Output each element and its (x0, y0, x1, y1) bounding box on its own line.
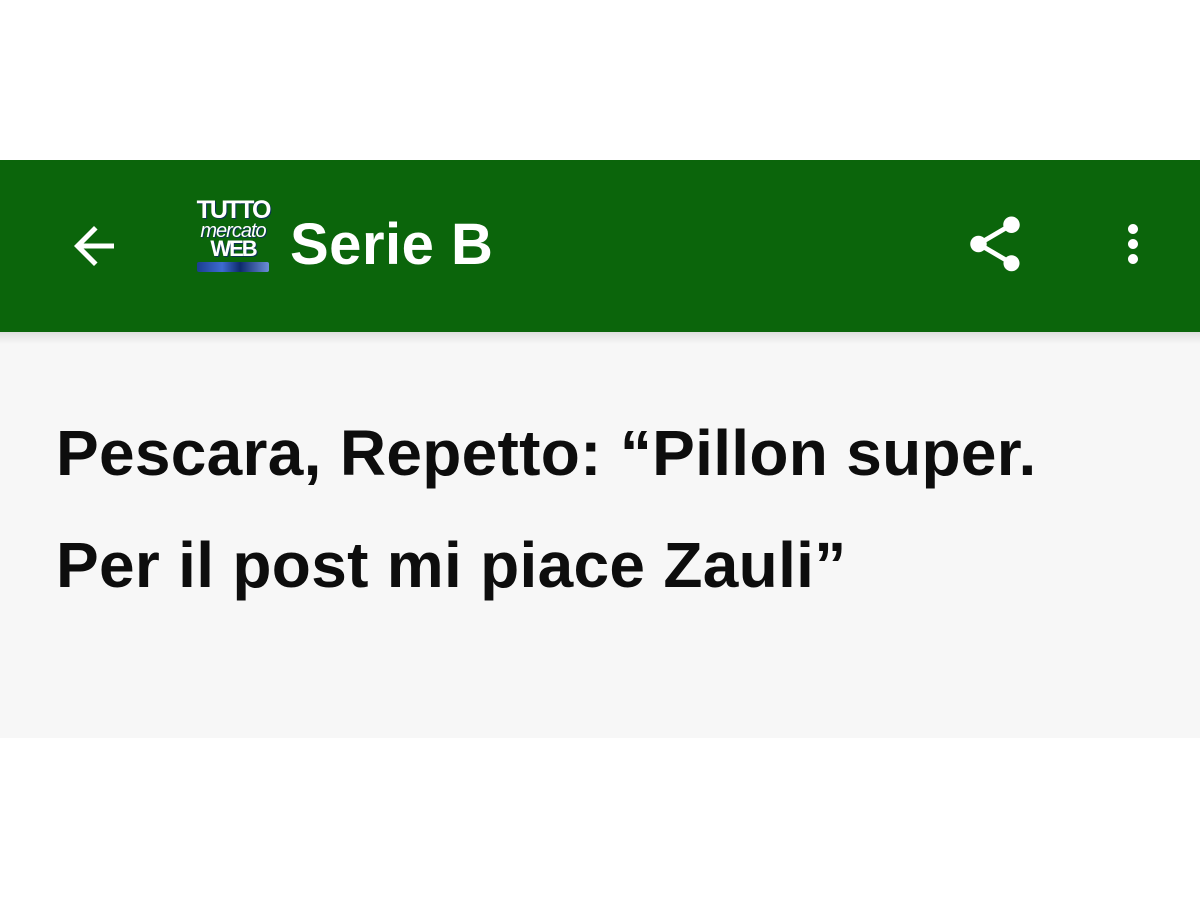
screen: TUTTO mercato WEB Serie B Pescara, Repet… (0, 0, 1200, 900)
app-bar-title: Serie B (290, 212, 494, 277)
article-headline: Pescara, Repetto: “Pillon super. Per il … (56, 417, 1037, 601)
app-bar-shadow (0, 332, 1200, 344)
back-button[interactable] (48, 200, 140, 292)
arrow-back-icon (74, 226, 114, 266)
more-vert-icon (1128, 224, 1138, 264)
share-icon (970, 216, 1020, 272)
share-button[interactable] (950, 196, 1040, 292)
logo-banner-strip (197, 262, 269, 272)
app-logo: TUTTO mercato WEB (193, 198, 273, 280)
more-options-button[interactable] (1100, 196, 1166, 292)
logo-text-line3: WEB (210, 236, 257, 261)
app-bar: TUTTO mercato WEB Serie B (0, 160, 1200, 332)
article-header: Pescara, Repetto: “Pillon super. Per il … (0, 332, 1200, 738)
